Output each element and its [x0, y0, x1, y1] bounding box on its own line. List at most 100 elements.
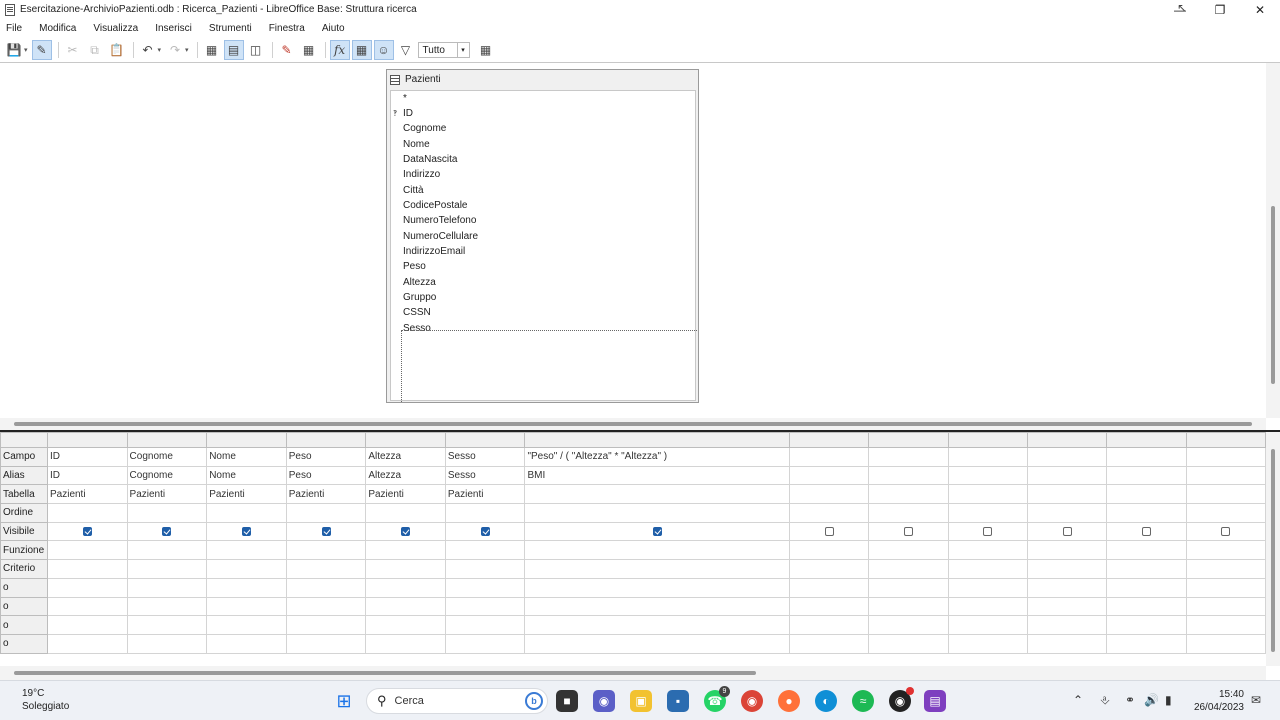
libreoffice-base-button[interactable]: ▤ [924, 690, 946, 712]
grid-cell[interactable] [789, 503, 870, 523]
firefox-button[interactable]: ● [778, 690, 800, 712]
grid-cell[interactable] [46, 540, 128, 561]
visible-checkbox[interactable] [904, 526, 914, 536]
grid-cell[interactable] [285, 615, 367, 635]
grid-cell-tabella[interactable] [524, 484, 791, 505]
limit-select[interactable]: Tutto ▾ [417, 42, 470, 58]
field-indirizzo[interactable]: Indirizzo [403, 167, 440, 182]
grid-cell-alias[interactable] [1185, 465, 1266, 486]
grid-cell[interactable] [444, 596, 526, 617]
menu-aiuto[interactable]: Aiuto [322, 23, 345, 34]
grid-cell-tabella[interactable] [947, 484, 1028, 505]
grid-cell[interactable] [285, 577, 367, 598]
grid-cell-tabella[interactable]: Pazienti [206, 484, 287, 505]
grid-cell-tabella[interactable] [1026, 484, 1108, 505]
grid-cell-campo[interactable] [1026, 447, 1108, 467]
grid-cell[interactable] [789, 559, 870, 579]
grid-cell-alias[interactable]: Nome [206, 465, 287, 486]
grid-cell-tabella[interactable] [868, 484, 949, 505]
grid-cell[interactable] [126, 633, 208, 654]
functions-button[interactable]: fx [329, 40, 350, 60]
grid-cell-tabella[interactable] [1185, 484, 1266, 505]
grid-cell[interactable] [1106, 503, 1187, 523]
grid-cell[interactable] [365, 540, 446, 561]
grid-cell-tabella[interactable]: Pazienti [444, 484, 526, 505]
grid-cell[interactable] [789, 633, 870, 654]
grid-column-header[interactable] [365, 432, 446, 448]
grid-column-header[interactable] [444, 432, 526, 448]
grid-cell-visibile[interactable] [285, 521, 367, 542]
grid-cell-alias[interactable] [868, 465, 949, 486]
grid-cell[interactable] [947, 633, 1028, 654]
grid-cell[interactable] [365, 615, 446, 635]
visible-checkbox[interactable] [824, 526, 834, 536]
chevron-up-icon[interactable]: ⌃ [1073, 693, 1083, 707]
grid-cell[interactable] [365, 577, 446, 598]
grid-cell-campo[interactable]: Cognome [126, 447, 208, 467]
grid-cell-alias[interactable]: Sesso [444, 465, 526, 486]
restore-button[interactable]: ❐ [1200, 0, 1240, 19]
grid-cell[interactable] [947, 503, 1028, 523]
language-globe-icon[interactable]: ⚭ [1125, 693, 1135, 707]
grid-cell-campo[interactable] [868, 447, 949, 467]
table-window-header[interactable]: Pazienti [387, 70, 698, 89]
field-numerocellulare[interactable]: NumeroCellulare [403, 229, 478, 244]
field-indirizzoemail[interactable]: IndirizzoEmail [403, 244, 465, 259]
grid-cell-tabella[interactable]: Pazienti [126, 484, 208, 505]
grid-column-header[interactable] [1106, 432, 1187, 448]
weather-widget[interactable]: 19°C Soleggiato [22, 687, 69, 713]
grid-cell-visibile[interactable] [126, 521, 208, 542]
field-cognome[interactable]: Cognome [403, 121, 446, 136]
battery-icon[interactable]: ▮ [1165, 693, 1172, 707]
grid-cell[interactable] [126, 596, 208, 617]
grid-cell-alias[interactable] [1106, 465, 1187, 486]
grid-cell[interactable] [1185, 596, 1266, 617]
taskbar-search[interactable]: ⚲ Cerca b [366, 688, 548, 714]
grid-cell-visibile[interactable] [947, 521, 1028, 542]
grid-cell[interactable] [365, 559, 446, 579]
grid-cell[interactable] [126, 577, 208, 598]
grid-cell-campo[interactable]: Nome [206, 447, 287, 467]
grid-cell-visibile[interactable] [206, 521, 287, 542]
field-altezza[interactable]: Altezza [403, 275, 436, 290]
sql-mode-button[interactable]: ▦ [476, 40, 496, 60]
microphone-icon[interactable]: ⎀ [1100, 693, 1110, 708]
grid-cell[interactable] [868, 540, 949, 561]
volume-icon[interactable]: 🔊 [1144, 693, 1159, 707]
visible-checkbox[interactable] [652, 526, 662, 536]
grid-cell-campo[interactable]: ID [46, 447, 128, 467]
field-datanascita[interactable]: DataNascita [403, 152, 457, 167]
grid-cell[interactable] [46, 596, 128, 617]
grid-cell-campo[interactable] [1106, 447, 1187, 467]
alias-button[interactable]: ☺ [373, 40, 394, 60]
grid-cell[interactable] [285, 596, 367, 617]
grid-cell[interactable] [947, 559, 1028, 579]
grid-cell-alias[interactable]: ID [46, 465, 128, 486]
taskview-button[interactable]: ■ [556, 690, 578, 712]
visible-checkbox[interactable] [1141, 526, 1151, 536]
grid-cell-tabella[interactable]: Pazienti [285, 484, 367, 505]
design-horizontal-scrollbar[interactable] [0, 418, 1266, 430]
menu-finestra[interactable]: Finestra [269, 23, 305, 34]
run-query-button[interactable]: ▦ [202, 40, 222, 60]
grid-cell[interactable] [444, 559, 526, 579]
cut-button[interactable]: ✂ [63, 40, 83, 60]
grid-cell[interactable] [126, 503, 208, 523]
start-button[interactable]: ⊞ [333, 690, 355, 712]
field-peso[interactable]: Peso [403, 259, 426, 274]
grid-cell-tabella[interactable]: Pazienti [365, 484, 446, 505]
grid-cell[interactable] [206, 596, 287, 617]
grid-column-header[interactable] [206, 432, 287, 448]
grid-cell[interactable] [285, 559, 367, 579]
grid-cell-alias[interactable]: Cognome [126, 465, 208, 486]
grid-cell[interactable] [524, 540, 791, 561]
grid-cell[interactable] [444, 577, 526, 598]
grid-cell-alias[interactable]: Altezza [365, 465, 446, 486]
grid-cell-alias[interactable]: Peso [285, 465, 367, 486]
field-codicepostale[interactable]: CodicePostale [403, 198, 467, 213]
scrollbar-thumb[interactable] [1271, 449, 1275, 652]
grid-cell-campo[interactable] [947, 447, 1028, 467]
grid-cell[interactable] [1106, 615, 1187, 635]
grid-cell[interactable] [1026, 633, 1108, 654]
grid-cell-alias[interactable] [947, 465, 1028, 486]
